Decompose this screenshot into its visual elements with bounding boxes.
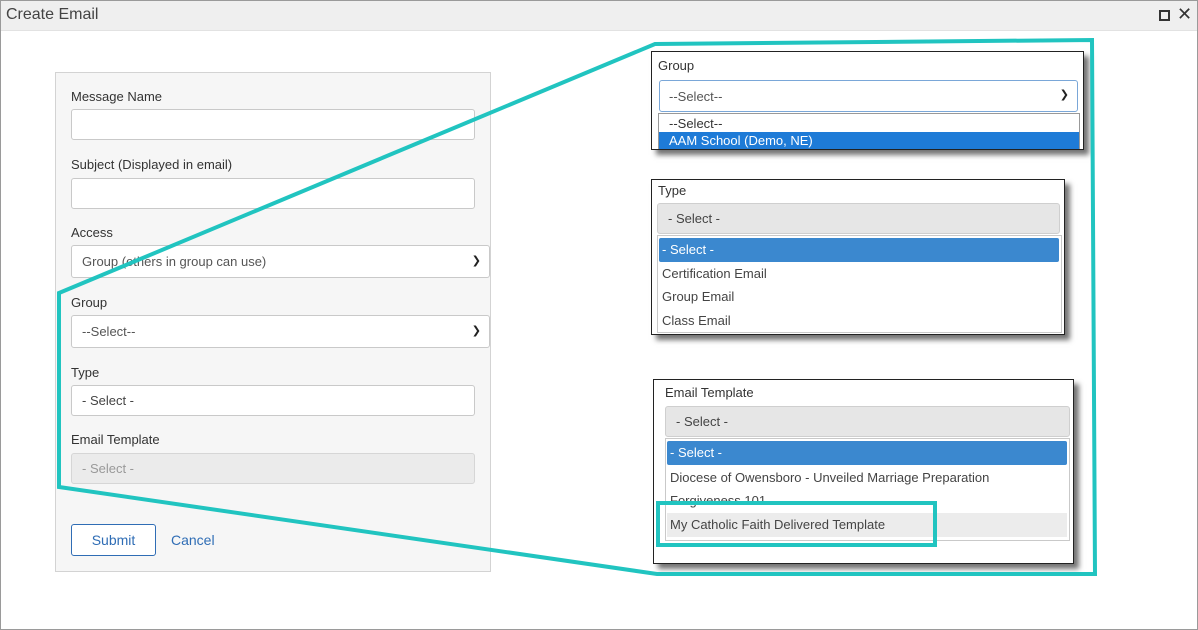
group-select-value: --Select-- bbox=[82, 324, 136, 339]
group-callout-select[interactable]: --Select-- ❯ bbox=[659, 80, 1078, 112]
email-template-select[interactable]: - Select - bbox=[71, 453, 475, 484]
type-dropdown-callout: Type - Select - - Select - Certification… bbox=[651, 179, 1065, 335]
submit-button[interactable]: Submit bbox=[71, 524, 156, 556]
dialog-titlebar: Create Email ✕ bbox=[1, 1, 1197, 31]
type-option[interactable]: Certification Email bbox=[659, 262, 1059, 286]
group-callout-select-value: --Select-- bbox=[669, 89, 723, 104]
chevron-down-icon: ❯ bbox=[471, 255, 481, 267]
type-label: Type bbox=[71, 365, 100, 380]
message-name-input[interactable] bbox=[71, 109, 475, 140]
template-option[interactable]: - Select - bbox=[667, 441, 1067, 465]
type-option[interactable]: Group Email bbox=[659, 285, 1059, 309]
template-callout-select[interactable]: - Select - bbox=[665, 406, 1070, 437]
chevron-down-icon: ❯ bbox=[471, 325, 481, 337]
type-callout-label: Type bbox=[658, 183, 687, 198]
type-callout-select[interactable]: - Select - bbox=[657, 203, 1060, 234]
cancel-link[interactable]: Cancel bbox=[171, 532, 215, 548]
chevron-down-icon: ❯ bbox=[1059, 89, 1069, 101]
email-template-label: Email Template bbox=[71, 432, 160, 447]
type-option[interactable]: - Select - bbox=[659, 238, 1059, 262]
access-select[interactable]: Group (others in group can use) ❯ bbox=[71, 245, 490, 278]
message-name-label: Message Name bbox=[71, 89, 163, 104]
dialog-title: Create Email bbox=[6, 6, 99, 23]
template-option[interactable]: Diocese of Owensboro - Unveiled Marriage… bbox=[667, 466, 1067, 490]
type-select[interactable]: - Select - bbox=[71, 385, 475, 416]
create-email-form: Message Name Subject (Displayed in email… bbox=[55, 72, 491, 572]
template-callout-label: Email Template bbox=[665, 385, 754, 400]
group-option[interactable]: AAM School (Demo, NE) bbox=[659, 132, 1079, 149]
subject-input[interactable] bbox=[71, 178, 475, 209]
group-option[interactable]: --Select-- bbox=[659, 115, 1079, 132]
subject-label: Subject (Displayed in email) bbox=[71, 157, 233, 172]
access-select-value: Group (others in group can use) bbox=[82, 254, 267, 269]
access-label: Access bbox=[71, 225, 113, 240]
type-option[interactable]: Class Email bbox=[659, 309, 1059, 333]
close-icon[interactable]: ✕ bbox=[1177, 4, 1192, 24]
group-select[interactable]: --Select-- ❯ bbox=[71, 315, 490, 348]
group-label: Group bbox=[71, 295, 108, 310]
group-options-list: --Select-- AAM School (Demo, NE) bbox=[658, 113, 1080, 149]
group-callout-label: Group bbox=[658, 58, 695, 73]
group-dropdown-callout: Group --Select-- ❯ --Select-- AAM School… bbox=[651, 51, 1084, 150]
type-options-list: - Select - Certification Email Group Ema… bbox=[657, 235, 1062, 333]
maximize-icon[interactable] bbox=[1159, 10, 1170, 21]
template-option-highlight bbox=[656, 501, 937, 547]
